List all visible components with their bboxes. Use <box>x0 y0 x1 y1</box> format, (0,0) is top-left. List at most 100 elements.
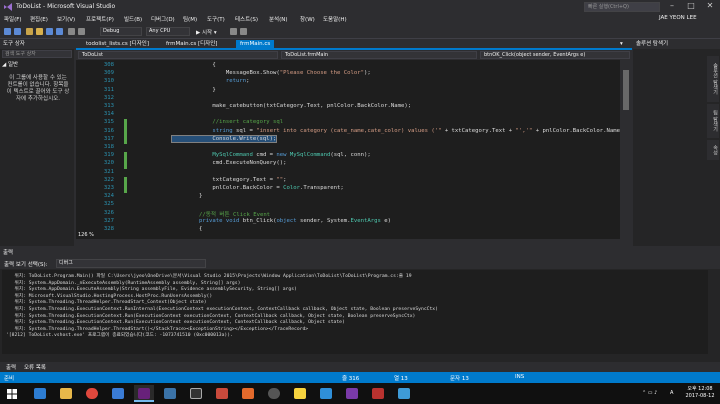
code-line[interactable]: cmd.ExecuteNonQuery(); <box>172 160 286 166</box>
tab-overflow-dropdown[interactable]: ▾ <box>616 40 627 49</box>
filezilla-icon[interactable] <box>368 385 388 402</box>
undo-icon[interactable] <box>68 28 75 35</box>
forward-icon[interactable] <box>14 28 21 35</box>
paint-icon[interactable] <box>394 385 414 402</box>
output-header[interactable]: 출력 <box>0 248 720 258</box>
project-select[interactable]: ToDoList <box>78 51 278 59</box>
menu-view[interactable]: 보기(V) <box>57 15 75 23</box>
code-line[interactable]: //insert category sql <box>172 119 283 125</box>
maximize-icon[interactable]: □ <box>682 0 700 12</box>
line-number: 318 <box>103 144 114 150</box>
output-source-select[interactable]: 디버그 <box>56 259 206 268</box>
menu-project[interactable]: 프로젝트(P) <box>86 15 114 23</box>
member-select[interactable]: btnOK_Click(object sender, EventArgs e) <box>480 51 630 59</box>
side-tab-properties[interactable]: 속성 <box>707 140 719 160</box>
tab-frmmain-cs[interactable]: frmMain.cs <box>236 40 275 49</box>
menu-build[interactable]: 빌드(B) <box>124 15 142 23</box>
side-tab-team-explorer[interactable]: 팀 탐색기 <box>707 104 719 138</box>
output-line: 위치: System.AppDomain._nExecuteAssembly(R… <box>6 280 241 286</box>
app-icon[interactable] <box>212 385 232 402</box>
code-line[interactable]: } <box>172 193 202 199</box>
code-line[interactable]: return; <box>172 78 250 84</box>
redo-icon[interactable] <box>78 28 85 35</box>
code-editor[interactable]: 308 {309 MessageBox.Show("Please Choose … <box>76 60 632 239</box>
zoom-level[interactable]: 126 % <box>78 232 94 238</box>
platform-select[interactable]: Any CPU <box>146 27 190 36</box>
minimize-icon[interactable]: – <box>663 0 681 12</box>
code-token: e) <box>380 217 391 224</box>
save-all-icon[interactable] <box>56 28 63 35</box>
new-project-icon[interactable] <box>26 28 33 35</box>
user-name[interactable]: JAE YEON LEE <box>659 15 697 21</box>
scrollbar-thumb[interactable] <box>623 70 629 110</box>
tray-icons[interactable]: ⌃ ▭ ♪ <box>642 390 657 396</box>
code-line[interactable]: //동적 버튼 Click Event <box>172 210 270 218</box>
line-number: 315 <box>103 119 114 126</box>
taskbar-clock[interactable]: 오후 12:08 2017-08-12 <box>683 386 717 400</box>
line-number: 327 <box>103 217 114 224</box>
toolbar: Debug Any CPU ▶ 시작 ▾ <box>0 25 720 39</box>
close-icon[interactable]: ✕ <box>701 0 719 12</box>
menu-tools[interactable]: 도구(T) <box>207 15 225 23</box>
menu-help[interactable]: 도움말(H) <box>323 15 347 23</box>
code-token: "insert into category (cate_name,cate_co… <box>256 127 442 134</box>
menu-team[interactable]: 팀(M) <box>183 15 197 23</box>
output-window: 출력 출력 보기 선택(S): 디버그 위치: ToDoList.Program… <box>0 248 720 362</box>
code-line[interactable]: { <box>172 226 202 232</box>
toolbox-search-input[interactable]: 검색 도구 상자 <box>2 50 72 58</box>
side-tab-solution-explorer[interactable]: 솔루션 탐색기 <box>707 56 719 102</box>
menu-test[interactable]: 테스트(S) <box>235 15 258 23</box>
kakaotalk-icon[interactable] <box>290 385 310 402</box>
onenote-icon[interactable] <box>342 385 362 402</box>
edge-icon[interactable] <box>30 385 50 402</box>
menu-file[interactable]: 파일(F) <box>4 15 22 23</box>
workbench-icon[interactable] <box>160 385 180 402</box>
tab-output[interactable]: 출력 <box>6 363 16 371</box>
code-line[interactable]: } <box>172 87 215 93</box>
code-line[interactable]: private void btn_Click(object sender, Sy… <box>172 218 391 224</box>
tab-todolist-lists-design[interactable]: todolist_lists.cs [디자인] <box>82 40 153 49</box>
ime-indicator[interactable]: A <box>670 390 673 396</box>
toolbox-group-general[interactable]: ◢ 일반 <box>2 60 18 68</box>
chrome-icon[interactable] <box>82 385 102 402</box>
code-token: } <box>172 193 203 200</box>
code-line[interactable]: txtCategory.Text = ""; <box>172 177 286 183</box>
class-select[interactable]: ToDoList.frmMain <box>281 51 477 59</box>
tab-frmmain-design[interactable]: frmMain.cs [디자인] <box>162 40 221 49</box>
settings-icon[interactable] <box>264 385 284 402</box>
save-icon[interactable] <box>46 28 53 35</box>
git-icon[interactable] <box>238 385 258 402</box>
editor-scrollbar[interactable] <box>620 60 632 239</box>
hancom-icon[interactable] <box>316 385 336 402</box>
quick-launch-input[interactable]: 빠른 실행(Ctrl+Q) <box>584 2 660 12</box>
code-line[interactable]: string sql = "insert into category (cate… <box>172 128 632 134</box>
code-line[interactable]: make_catebutton(txtCategory.Text, pnlCol… <box>172 103 411 109</box>
menu-edit[interactable]: 편집(E) <box>30 15 48 23</box>
menu-window[interactable]: 창(W) <box>300 15 315 23</box>
start-menu-icon[interactable] <box>2 385 22 402</box>
code-token: private <box>198 217 223 224</box>
code-line[interactable]: { <box>172 62 215 68</box>
code-line[interactable]: Console.Write(sql); <box>170 134 278 143</box>
open-file-icon[interactable] <box>36 28 43 35</box>
tab-error-list[interactable]: 오류 목록 <box>24 363 46 371</box>
toolbox-header[interactable]: 도구 상자 <box>0 39 74 49</box>
code-line[interactable]: MessageBox.Show("Please Choose the Color… <box>172 70 371 76</box>
file-explorer-icon[interactable] <box>56 385 76 402</box>
attach-icon[interactable] <box>230 28 237 35</box>
comment-icon[interactable] <box>240 28 247 35</box>
output-text[interactable]: 위치: ToDoList.Program.Main() 파일 C:\Users\… <box>2 270 708 354</box>
code-line[interactable]: pnlColor.BackColor = Color.Transparent; <box>172 185 343 191</box>
terminal-icon[interactable] <box>186 385 206 402</box>
start-button[interactable]: ▶ 시작 ▾ <box>196 28 217 36</box>
back-icon[interactable] <box>4 28 11 35</box>
change-marker <box>124 185 127 194</box>
configuration-select[interactable]: Debug <box>100 27 142 36</box>
solution-explorer-header[interactable]: 솔루션 탐색기 <box>633 39 720 49</box>
menu-debug[interactable]: 디버그(D) <box>151 15 175 23</box>
code-line[interactable]: MySqlCommand cmd = new MySqlCommand(sql,… <box>172 152 370 158</box>
visual-studio-taskbar-icon[interactable] <box>134 385 154 402</box>
menu-analyze[interactable]: 분석(N) <box>269 15 288 23</box>
store-icon[interactable] <box>108 385 128 402</box>
